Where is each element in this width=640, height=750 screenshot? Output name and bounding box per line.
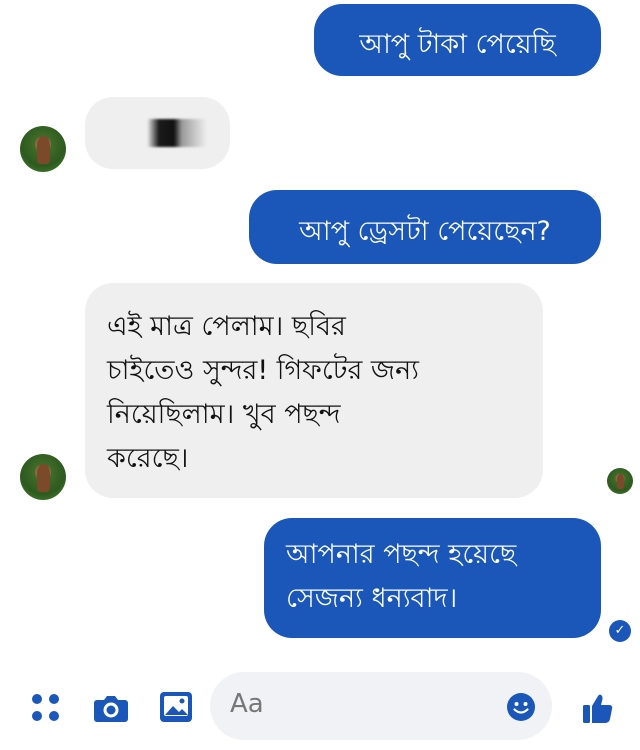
- message-input-placeholder: Aa: [230, 689, 264, 719]
- message-text: আপু ড্রেসটা পেয়েছেন?: [299, 216, 551, 247]
- outgoing-message-bubble[interactable]: আপনার পছন্দ হয়েছে সেজন্য ধন্যবাদ।: [264, 518, 601, 638]
- message-input[interactable]: Aa: [210, 672, 552, 740]
- read-receipt-avatar: [607, 468, 633, 494]
- incoming-message-bubble[interactable]: এই মাত্র পেলাম। ছবির চাইতেও সুন্দর! গিফট…: [85, 283, 543, 498]
- thumbs-up-icon[interactable]: [580, 690, 616, 726]
- message-text-line: এই মাত্র পেলাম। ছবির: [107, 311, 346, 342]
- message-text-line: নিয়েছিলাম। খুব পছন্দ: [107, 399, 341, 430]
- apps-icon[interactable]: [30, 692, 62, 724]
- incoming-message-bubble[interactable]: [85, 97, 230, 169]
- image-icon[interactable]: [158, 690, 194, 724]
- contact-avatar[interactable]: [20, 126, 66, 172]
- redacted-content: [147, 119, 207, 147]
- contact-avatar[interactable]: [20, 454, 66, 500]
- check-circle-icon: ✓: [609, 620, 631, 642]
- message-text-line: করেছে।: [107, 443, 189, 474]
- outgoing-message-bubble[interactable]: আপু ড্রেসটা পেয়েছেন?: [249, 190, 601, 264]
- camera-icon[interactable]: [92, 690, 130, 726]
- message-text-line: আপনার পছন্দ হয়েছে: [286, 539, 517, 570]
- message-text-line: চাইতেও সুন্দর! গিফটের জন্য: [107, 355, 420, 386]
- message-text-line: সেজন্য ধন্যবাদ।: [286, 583, 458, 614]
- emoji-icon[interactable]: [506, 692, 536, 722]
- message-text: আপু টাকা পেয়েছি: [359, 29, 556, 60]
- outgoing-message-bubble[interactable]: আপু টাকা পেয়েছি: [314, 4, 601, 76]
